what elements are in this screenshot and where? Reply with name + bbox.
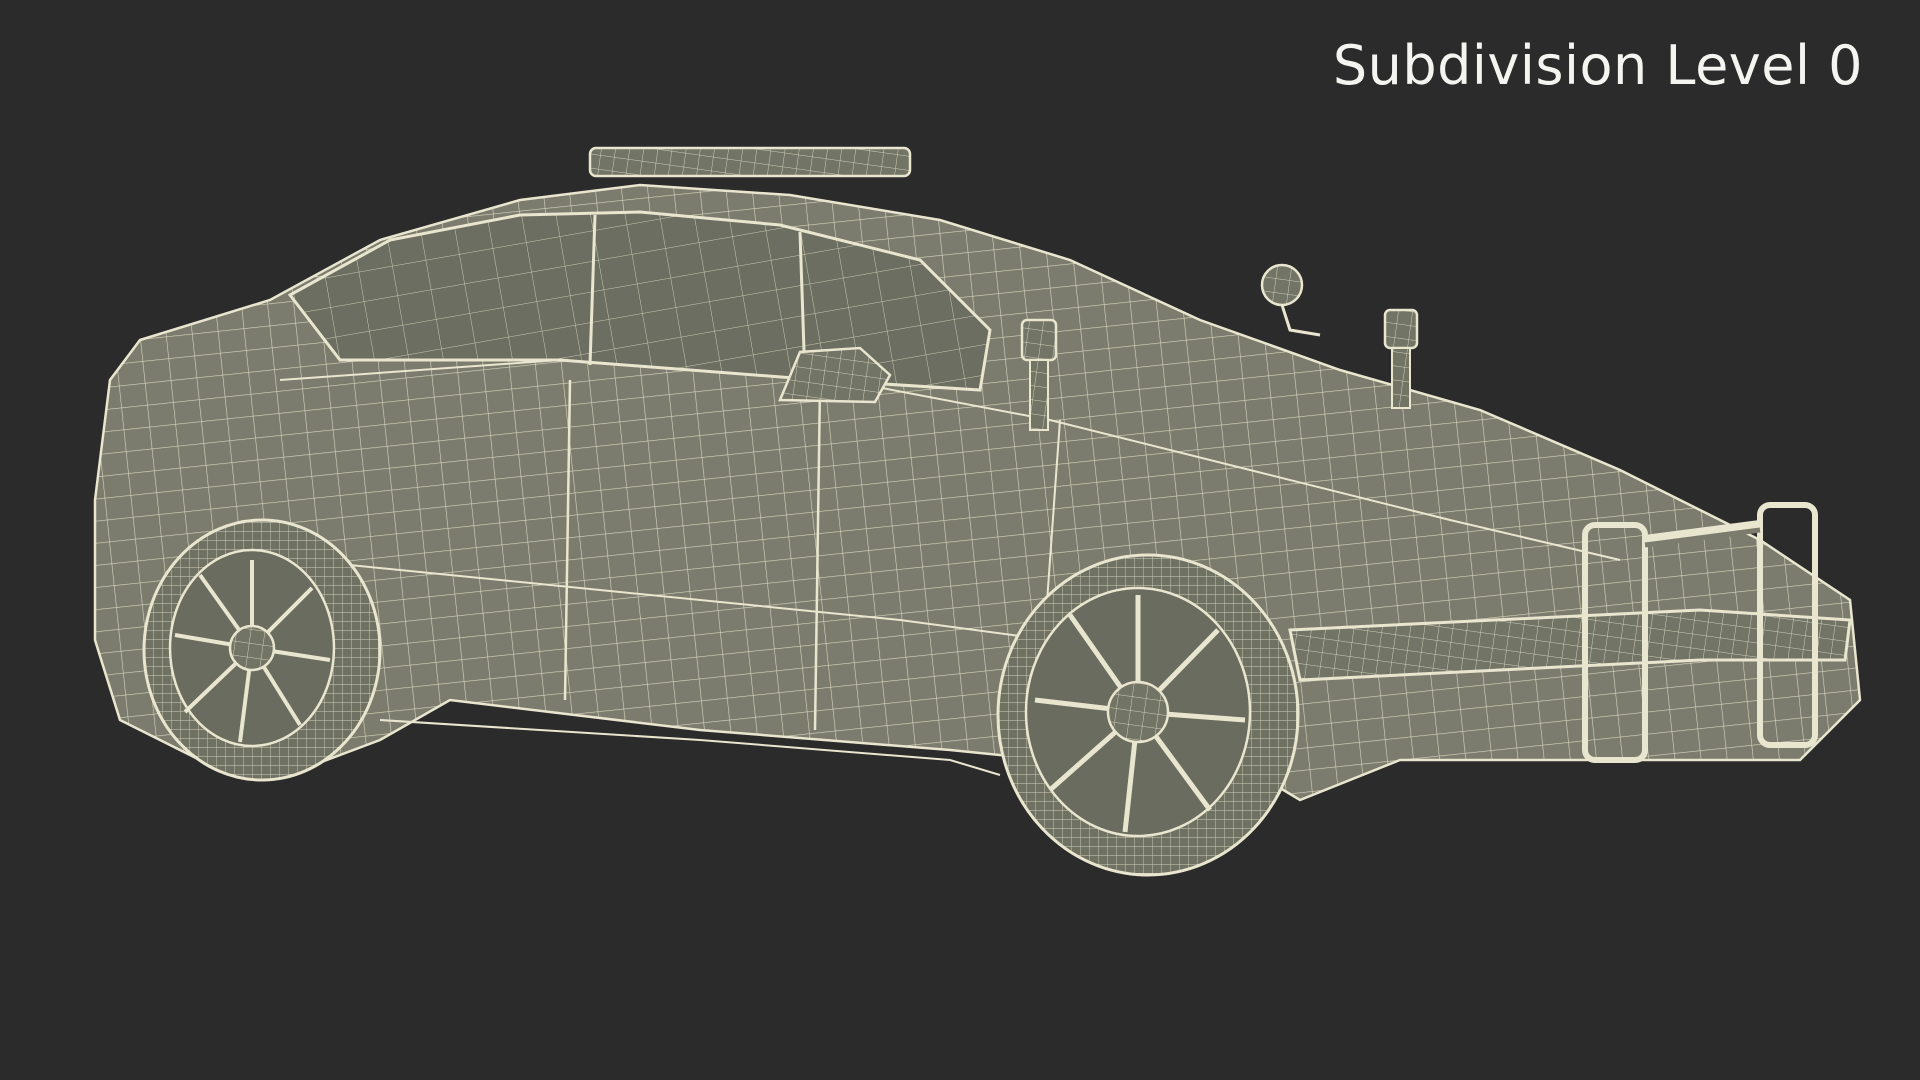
wireframe-model bbox=[93, 146, 1862, 877]
roof-light-bar bbox=[588, 146, 912, 178]
front-wheel bbox=[996, 553, 1300, 877]
rear-wheel bbox=[142, 518, 382, 782]
viewport: Subdivision Level 0 bbox=[0, 0, 1920, 1080]
spotlight bbox=[1260, 263, 1321, 337]
subdivision-level-label: Subdivision Level 0 bbox=[1332, 34, 1863, 97]
